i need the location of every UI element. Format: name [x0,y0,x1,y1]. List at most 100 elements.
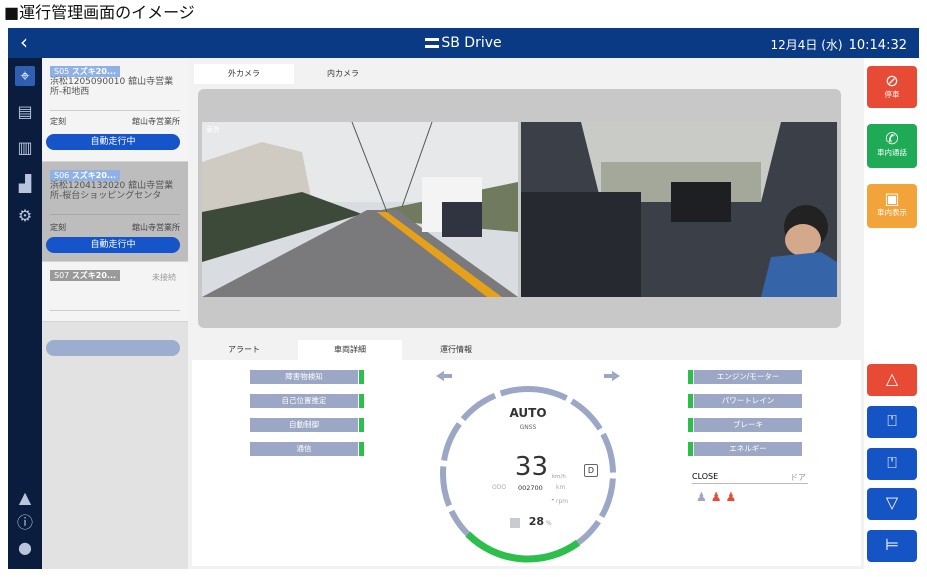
date-text: 12月4日 (水) [770,38,843,52]
system-label: ブレーキ [694,418,802,432]
vehicle-tag: S07 スズキ20... [50,270,121,281]
vehicle-route: 浜松1204132020 舘山寺営業所-桜台ショッピングセンタ [50,181,174,201]
status-indicator [359,394,364,408]
alert-label: 自動制御 [250,418,358,432]
rpm-value: - [551,496,554,504]
door-left-button[interactable]: ⍞ [867,406,917,438]
vehicle-status-button[interactable]: 自動走行中 [46,134,180,150]
vehicle-meta: 定刻 舘山寺営業所 [50,117,180,126]
seatbelt-icon: ♟ [710,490,726,504]
seatbelt-indicators: ♟♟♟ [696,490,740,504]
headlight-icon: ⊨ [885,535,899,554]
fuel-unit: % [546,520,552,527]
vehicle-card[interactable]: S05 スズキ20... 浜松1205090010 舘山寺営業所-和地西 定刻舘… [42,58,188,162]
rpm-unit: rpm [556,498,569,505]
inside-camera-image [521,122,837,297]
door-status: CLOSE ドア [692,470,808,484]
seatbelt-icon: ♟ [696,490,711,504]
status-indicator [359,418,364,432]
call-button[interactable]: ✆ 車内通話 [867,124,917,168]
vehicle-card[interactable]: S07 スズキ20... 未接続 [42,262,188,322]
door-left-icon: ⍞ [887,411,897,430]
tab-outside-camera[interactable]: 外カメラ [194,64,294,84]
status-indicator [688,394,693,408]
vehicle-tag: S05 スズキ20... [50,66,121,77]
tab-inside-camera[interactable]: 内カメラ [298,64,388,84]
app-header: ‹ SB Drive 12月4日 (水) 10:14:32 [8,28,919,58]
status-indicator [688,418,693,432]
status-indicator [359,442,364,456]
datetime: 12月4日 (水) 10:14:32 [771,36,907,53]
gear-indicator: D [584,464,598,477]
fuel-arc [465,531,581,563]
logo-bars-icon [425,38,440,48]
outside-camera-view[interactable]: 車外 [202,122,518,297]
display-label: 車内表示 [877,208,907,217]
divider [50,310,180,311]
drive-mode: AUTO [509,406,547,420]
user-icon[interactable]: ● [15,538,35,558]
status-indicator [688,370,693,384]
system-label: エンジン/モーター [694,370,802,384]
door-state: CLOSE [692,472,719,481]
divider [50,214,180,215]
status-indicator [359,370,364,384]
wiper-button[interactable]: ▽ [867,488,917,520]
page-caption: ■運行管理画面のイメージ [4,3,195,22]
vehicle-connection-status: 未接続 [152,273,176,282]
turn-right-arrow-icon [612,371,620,381]
brand-name: SB Drive [441,35,502,51]
vehicle-route: 浜松1205090010 舘山寺営業所-和地西 [50,77,174,97]
vehicle-details-panel: 障害物検知 自己位置推定 自動制御 通信 AUTO GNSS 33 km/h D… [192,360,861,566]
turn-left-arrow-icon [436,371,444,381]
chart-icon[interactable]: ▟ [15,174,35,194]
display-button[interactable]: ▣ 車内表示 [867,184,917,228]
document-check-icon[interactable]: ▥ [15,138,35,158]
map-route-icon[interactable]: ⌖ [15,66,35,86]
inside-camera-view[interactable] [521,122,837,297]
outside-camera-image [202,122,518,297]
vehicle-status-button[interactable]: 自動走行中 [46,237,180,253]
document-list-icon[interactable]: ▤ [15,102,35,122]
tab-vehicle-details[interactable]: 車両詳細 [298,340,402,360]
odo-unit: km [556,484,566,491]
info-icon[interactable]: ⓘ [15,513,35,533]
system-label: パワートレイン [694,394,802,408]
camera-frame: 車外 [198,89,841,328]
alert-label: 自己位置推定 [250,394,358,408]
status-indicator [688,442,693,456]
main-panel: 外カメラ 内カメラ 車外 アラート 車両詳細 運行情報 障害物検知 自己位置推定… [188,58,864,569]
odo-label: ODO [492,484,507,491]
hazard-icon: △ [885,369,899,388]
positioning-source: GNSS [519,424,537,431]
odo-value: 002700 [518,484,543,492]
hazard-button[interactable]: △ [867,364,917,396]
alert-label: 障害物検知 [250,370,358,384]
settings-icon[interactable]: ⚙ [15,206,35,226]
vehicle-meta: 定刻 舘山寺営業所 [50,223,180,232]
tab-operation-info[interactable]: 運行情報 [404,340,508,360]
fuel-icon [510,518,520,528]
door-right-icon: ⍞ [887,453,897,472]
door-label: ドア [790,473,806,482]
vehicle-card-selected[interactable]: S06 スズキ20... 浜松1204132020 舘山寺営業所-桜台ショッピン… [42,162,188,262]
vehicle-tag: S06 スズキ20... [50,170,121,181]
left-navigation: ⌖ ▤ ▥ ▟ ⚙ ▲ ⓘ ● [8,58,42,569]
phone-icon: ✆ [885,129,899,148]
right-control-column: ⊘ 停車 ✆ 車内通話 ▣ 車内表示 △ ⍞ ⍞ ▽ ⊨ [864,58,919,569]
vehicle-list: S05 スズキ20... 浜松1205090010 舘山寺営業所-和地西 定刻舘… [42,58,188,569]
door-right-button[interactable]: ⍞ [867,448,917,480]
system-label: エネルギー [694,442,802,456]
stop-button[interactable]: ⊘ 停車 [867,66,917,108]
empty-status-button[interactable] [46,340,180,356]
seatbelt-icon: ♟ [725,490,741,504]
tab-alert[interactable]: アラート [194,340,294,360]
screen-play-icon: ▣ [884,189,900,208]
speed-value: 33 [514,452,548,482]
speed-unit: km/h [552,474,566,480]
fuel-value: 28 [528,515,544,528]
time-text: 10:14:32 [848,38,907,53]
bell-icon[interactable]: ▲ [15,488,35,508]
alert-label: 通信 [250,442,358,456]
headlight-button[interactable]: ⊨ [867,530,917,562]
